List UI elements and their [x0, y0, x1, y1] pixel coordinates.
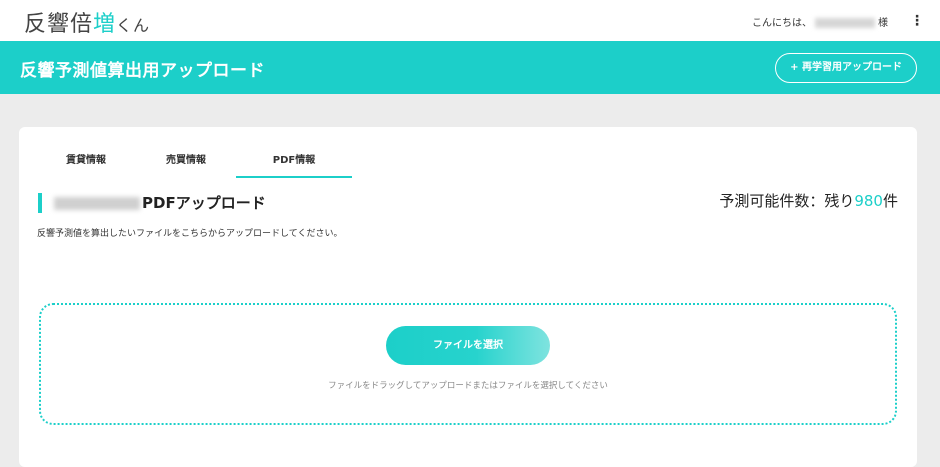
tab-rental[interactable]: 賃貸情報	[36, 151, 136, 176]
top-bar: 反響倍増くん こんにちは、 様 ⋮	[0, 0, 940, 41]
logo-accent-text: 増	[93, 12, 117, 37]
remaining-prefix: 予測可能件数：残り	[719, 192, 855, 210]
greeting-prefix: こんにちは、	[752, 18, 812, 29]
tab-sale[interactable]: 売買情報	[136, 151, 236, 176]
page-title: 反響予測値算出用アップロード	[20, 61, 265, 81]
section-heading-text: PDFアップロード	[142, 194, 266, 212]
app-logo[interactable]: 反響倍増くん	[24, 6, 150, 38]
greeting-suffix: 様	[878, 18, 888, 29]
remaining-count: 予測可能件数：残り980件	[719, 190, 898, 211]
page-banner: 反響予測値算出用アップロード + 再学習用アップロード	[0, 41, 940, 94]
blurred-user-name	[815, 18, 875, 28]
section-heading: PDFアップロード	[38, 193, 266, 213]
logo-suffix-text: くん	[116, 16, 151, 35]
remaining-suffix: 件	[882, 192, 898, 210]
select-file-button[interactable]: ファイルを選択	[386, 326, 550, 365]
dropzone-hint: ファイルをドラッグしてアップロードまたはファイルを選択してください	[328, 381, 608, 391]
logo-main-text: 反響倍	[24, 12, 94, 37]
remaining-number: 980	[854, 192, 883, 210]
kebab-menu-icon[interactable]: ⋮	[910, 13, 924, 29]
upload-card: 賃貸情報 売買情報 PDF情報 PDFアップロード 予測可能件数：残り980件 …	[19, 127, 917, 467]
file-dropzone[interactable]: ファイルを選択 ファイルをドラッグしてアップロードまたはファイルを選択してくださ…	[39, 303, 897, 425]
relearn-upload-button[interactable]: + 再学習用アップロード	[775, 53, 917, 83]
section-description: 反響予測値を算出したいファイルをこちらからアップロードしてください。	[37, 229, 343, 239]
user-greeting: こんにちは、 様	[752, 14, 888, 29]
blurred-company-name	[54, 197, 140, 210]
tab-pdf[interactable]: PDF情報	[236, 151, 352, 178]
